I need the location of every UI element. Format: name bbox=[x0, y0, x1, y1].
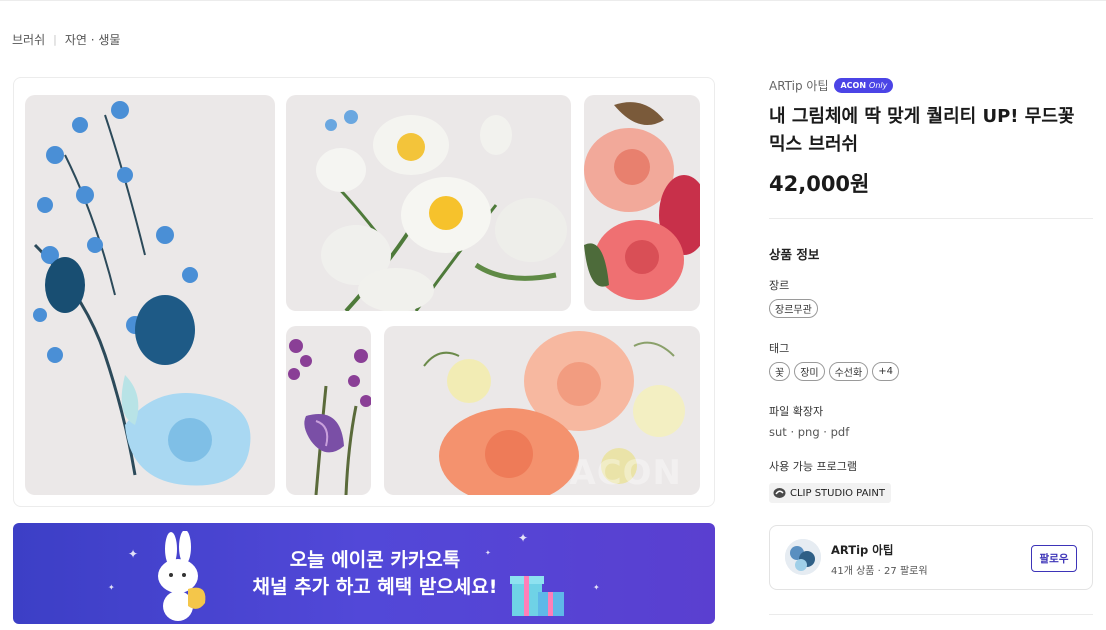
image-tile-peach-roses: ACON bbox=[384, 326, 700, 495]
brand-name[interactable]: ARTip 아팁 bbox=[769, 77, 828, 94]
image-tile-blue-flowers bbox=[25, 95, 275, 495]
image-tile-daffodils bbox=[286, 95, 571, 311]
kakao-channel-banner[interactable]: ✦ ✦ ✦ ✦ ✦ 오늘 에이콘 카카오톡 채널 추가 하고 혜택 받으세요! bbox=[13, 523, 715, 624]
seller-avatar bbox=[785, 539, 821, 575]
banner-message: 오늘 에이콘 카카오톡 채널 추가 하고 혜택 받으세요! bbox=[225, 547, 525, 601]
program-label: 사용 가능 프로그램 bbox=[769, 460, 857, 473]
file-extensions: sut · png · pdf bbox=[769, 425, 850, 439]
sparkle-icon: ✦ bbox=[518, 531, 529, 545]
seller-card[interactable]: ARTip 아팁 41개 상품 · 27 팔로워 팔로우 bbox=[769, 525, 1093, 590]
image-tile-purple-flowers bbox=[286, 326, 371, 495]
section-divider bbox=[769, 218, 1093, 219]
tag-chips: 꽃 장미 수선화 +4 bbox=[769, 362, 899, 381]
program-badge: CLIP STUDIO PAINT bbox=[769, 483, 891, 503]
calla-lily-illustration bbox=[288, 339, 371, 495]
rose-illustration bbox=[584, 102, 700, 300]
sparkle-icon: ✦ bbox=[593, 583, 600, 592]
tag-chip-more[interactable]: +4 bbox=[872, 362, 899, 381]
badge-text: ACON bbox=[840, 81, 867, 90]
banner-line-1: 오늘 에이콘 카카오톡 bbox=[289, 549, 461, 571]
follow-button[interactable]: 팔로우 bbox=[1031, 545, 1077, 572]
tag-chip-rose[interactable]: 장미 bbox=[794, 362, 825, 381]
breadcrumb-separator: | bbox=[53, 33, 57, 46]
watermark-text: ACON bbox=[569, 453, 682, 493]
blue-flower-illustration bbox=[33, 101, 251, 486]
product-title: 내 그림체에 딱 맞게 퀄리티 UP! 무드꽃 믹스 브러쉬 bbox=[769, 106, 1075, 155]
file-extension-label: 파일 확장자 bbox=[769, 405, 824, 418]
seller-name[interactable]: ARTip 아팁 bbox=[831, 542, 893, 558]
seller-avatar-image bbox=[785, 539, 821, 575]
clip-studio-icon bbox=[773, 488, 786, 498]
tag-chip-flower[interactable]: 꽃 bbox=[769, 362, 791, 381]
genre-label: 장르 bbox=[769, 279, 790, 292]
product-image-gallery[interactable]: ACON bbox=[13, 77, 715, 507]
genre-chip[interactable]: 장르무관 bbox=[769, 299, 818, 318]
acon-only-badge: ACON Only bbox=[834, 78, 894, 93]
seller-stats: 41개 상품 · 27 팔로워 bbox=[831, 566, 928, 577]
banner-line-2: 채널 추가 하고 혜택 받으세요! bbox=[252, 576, 498, 598]
genre-chips: 장르무관 bbox=[769, 299, 818, 318]
section-divider bbox=[769, 614, 1093, 615]
tags-label: 태그 bbox=[769, 342, 790, 355]
product-price: 42,000원 bbox=[769, 172, 870, 196]
brand-row: ARTip 아팁 ACON Only bbox=[769, 77, 894, 94]
product-info-heading: 상품 정보 bbox=[769, 247, 820, 262]
breadcrumb-item-nature[interactable]: 자연 · 생물 bbox=[65, 31, 121, 48]
top-divider bbox=[0, 0, 1106, 1]
breadcrumb-item-brush[interactable]: 브러쉬 bbox=[12, 31, 45, 48]
sparkle-icon: ✦ bbox=[108, 583, 115, 592]
rabbit-mascot-icon bbox=[158, 531, 206, 621]
sparkle-icon: ✦ bbox=[128, 547, 139, 561]
image-tile-red-roses bbox=[584, 95, 700, 311]
badge-sub: Only bbox=[869, 81, 888, 90]
program-name: CLIP STUDIO PAINT bbox=[790, 487, 885, 499]
breadcrumb: 브러쉬 | 자연 · 생물 bbox=[12, 31, 120, 48]
tag-chip-daffodil[interactable]: 수선화 bbox=[828, 362, 869, 381]
daffodil-illustration bbox=[316, 110, 567, 311]
